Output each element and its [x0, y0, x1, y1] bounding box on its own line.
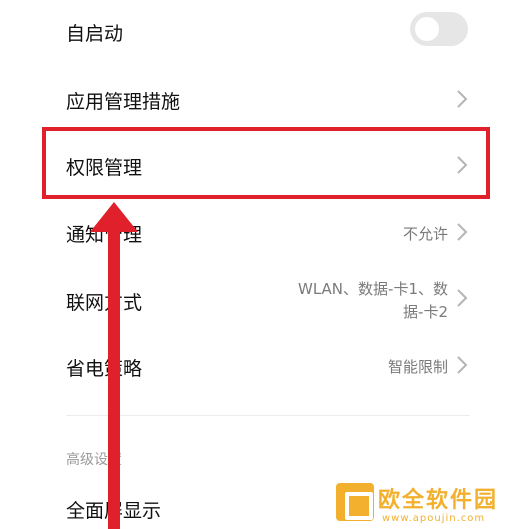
chevron-right-icon — [454, 355, 470, 375]
notifications-label: 通知管理 — [66, 224, 143, 246]
watermark-url: www.apoujin.com — [382, 513, 486, 524]
network-value-line2: 据-卡2 — [403, 303, 448, 321]
power-label: 省电策略 — [66, 358, 143, 380]
app-management-label: 应用管理措施 — [66, 91, 181, 113]
auto-start-label: 自启动 — [66, 23, 124, 45]
power-row[interactable]: 省电策略 智能限制 — [0, 334, 530, 398]
chevron-right-icon — [454, 288, 470, 308]
watermark-logo-icon — [336, 483, 374, 521]
watermark-title: 欧全软件园 — [378, 488, 499, 513]
network-label: 联网方式 — [66, 292, 143, 314]
app-management-row[interactable]: 应用管理措施 — [0, 66, 530, 132]
advanced-section-header: 高级设置 — [66, 452, 122, 468]
settings-screen: 自启动 应用管理措施 权限管理 通知管理 不允许 联网方式 WLAN、数据-卡1… — [0, 0, 530, 529]
toggle-knob — [415, 17, 439, 41]
chevron-right-icon — [454, 89, 470, 109]
section-divider — [66, 415, 470, 416]
power-value: 智能限制 — [387, 358, 448, 376]
fullscreen-label: 全面屏显示 — [66, 500, 162, 522]
permissions-row[interactable]: 权限管理 — [0, 132, 530, 196]
network-row[interactable]: 联网方式 WLAN、数据-卡1、数 据-卡2 — [0, 266, 530, 332]
chevron-right-icon — [454, 222, 470, 242]
notifications-value: 不允许 — [402, 225, 448, 243]
auto-start-row[interactable]: 自启动 — [0, 0, 530, 60]
watermark: 欧全软件园 www.apoujin.com — [334, 480, 530, 529]
permissions-label: 权限管理 — [66, 157, 143, 179]
auto-start-toggle[interactable] — [410, 12, 468, 46]
network-value-line1: WLAN、数据-卡1、数 — [298, 280, 448, 298]
chevron-right-icon — [454, 155, 470, 175]
notifications-row[interactable]: 通知管理 不允许 — [0, 200, 530, 264]
